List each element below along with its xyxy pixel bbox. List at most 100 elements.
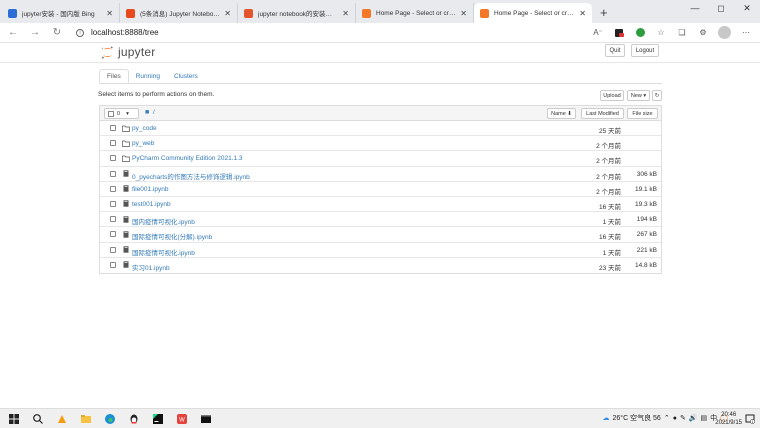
tab-clusters[interactable]: Clusters [167, 69, 205, 83]
minimize-icon[interactable]: — [682, 0, 708, 16]
row-checkbox[interactable] [110, 170, 116, 177]
volume-icon[interactable]: 🔊 [689, 414, 698, 422]
read-aloud-icon[interactable]: A⁻ [592, 27, 604, 39]
row-checkbox[interactable] [110, 231, 116, 238]
weather-icon[interactable]: ☁ [603, 414, 610, 422]
reload-icon[interactable]: ↻ [48, 27, 66, 38]
extension-green-icon[interactable] [634, 27, 646, 39]
file-name-link[interactable]: test001.ipynb [132, 201, 171, 208]
selected-count: 0 [117, 110, 121, 117]
row-checkbox[interactable] [110, 246, 116, 253]
file-name-link[interactable]: 国际疫情可视化.ipynb [132, 247, 195, 257]
new-dropdown-button[interactable]: New ▾ [627, 90, 650, 101]
tray-overflow-icon[interactable]: ⌃ [664, 414, 670, 422]
quit-button[interactable]: Quit [605, 44, 625, 57]
file-name-link[interactable]: py_code [132, 125, 157, 132]
row-checkbox[interactable] [110, 140, 116, 147]
file-name-link[interactable]: file001.ipynb [132, 186, 169, 193]
maximize-icon[interactable]: ◻ [708, 0, 734, 16]
wps-icon[interactable]: W [176, 413, 188, 425]
browser-tab[interactable]: (5条消息) Jupyter Notebook安装✕ [120, 3, 238, 23]
sort-by-modified-button[interactable]: Last Modified [581, 108, 624, 119]
clock[interactable]: 20:46 2021/9/15 [715, 411, 742, 427]
more-menu-icon[interactable]: ⋯ [740, 27, 752, 39]
file-name-link[interactable]: 国内疫情可视化.ipynb [132, 216, 195, 226]
sort-by-name-button[interactable]: Name ⬇ [547, 108, 576, 119]
file-name-link[interactable]: py_web [132, 140, 154, 147]
browser-tab[interactable]: Home Page - Select or create a n✕ [474, 3, 592, 23]
browser-tab[interactable]: Home Page - Select or create a n✕ [356, 3, 474, 23]
address-bar: ← → ↻ i localhost:8888/tree A⁻ ☆ ❏ ⚙ ⋯ [0, 23, 760, 43]
file-name-link[interactable]: 国际疫情可视化(分解).ipynb [132, 231, 212, 241]
file-row[interactable]: PyCharm Community Edition 2021.1.3 2 个月前 [100, 151, 661, 167]
weather-text[interactable]: 26°C 空气良 56 [613, 413, 661, 423]
file-list-header: 0 ▾ ■ / Name ⬇ Last Modified File size [100, 106, 661, 121]
sort-by-size-button[interactable]: File size [627, 108, 658, 119]
file-modified: 25 天前 [598, 128, 621, 135]
tab-close-icon[interactable]: ✕ [224, 9, 231, 18]
pen-icon[interactable]: ✎ [680, 414, 686, 422]
file-explorer-icon[interactable] [80, 413, 92, 425]
pycharm-icon[interactable] [152, 413, 164, 425]
home-folder-icon[interactable]: ■ [145, 109, 149, 116]
tab-close-icon[interactable]: ✕ [106, 9, 113, 18]
upload-button[interactable]: Upload [600, 90, 624, 101]
jupyter-logo[interactable]: jupyter [101, 44, 155, 60]
forward-icon[interactable]: → [26, 27, 44, 38]
network-icon[interactable]: ▤ [701, 414, 708, 422]
file-size: 221 kB [636, 246, 657, 254]
notebook-icon [123, 246, 129, 253]
favorites-icon[interactable]: ☆ [655, 27, 667, 39]
tab-running[interactable]: Running [129, 69, 167, 83]
select-all-checkbox[interactable] [108, 110, 114, 117]
file-row[interactable]: test001.ipynb 16 天前 19.3 kB [100, 197, 661, 213]
url-field[interactable]: i localhost:8888/tree [76, 28, 159, 37]
site-info-icon[interactable]: i [76, 28, 84, 37]
file-row[interactable]: py_web 2 个月前 [100, 136, 661, 152]
qq-icon[interactable] [128, 413, 140, 425]
new-tab-button[interactable]: + [600, 5, 608, 20]
file-row[interactable]: 0_pyecharts的作图方法与修饰逻辑.ipynb 2 个月前 306 kB [100, 167, 661, 182]
tab-files[interactable]: Files [99, 69, 129, 83]
browser-tab[interactable]: jupyter安装 - 国内版 Bing ✕ [2, 3, 120, 23]
qq-tray-icon[interactable]: ● [673, 415, 677, 422]
terminal-icon[interactable] [200, 413, 212, 425]
logout-button[interactable]: Logout [631, 44, 659, 57]
browser-essentials-icon[interactable]: ⚙ [697, 27, 709, 39]
row-checkbox[interactable] [110, 261, 116, 268]
edge-browser-icon[interactable] [104, 413, 116, 425]
file-modified: 16 天前 [598, 203, 621, 211]
tab-close-icon[interactable]: ✕ [460, 9, 467, 18]
notification-icon[interactable]: 1 [745, 414, 755, 424]
search-icon[interactable] [32, 413, 44, 425]
browser-tab[interactable]: jupyter notebook的安装和启动 ✕ [238, 3, 356, 23]
row-checkbox[interactable] [110, 216, 116, 223]
system-tray: ☁ 26°C 空气良 56 ⌃ ● ✎ 🔊 ▤ 中 ◯ [603, 413, 729, 423]
profile-avatar[interactable] [718, 26, 731, 39]
close-window-icon[interactable]: ✕ [734, 0, 760, 16]
file-row[interactable]: 实习01.ipynb 23 天前 14.8 kB [100, 258, 661, 273]
file-row[interactable]: 国际疫情可视化(分解).ipynb 16 天前 267 kB [100, 227, 661, 243]
windows-start-icon[interactable] [8, 413, 20, 425]
file-name-link[interactable]: 实习01.ipynb [132, 262, 170, 272]
fox-app-icon[interactable] [56, 413, 68, 425]
extension-badge-icon[interactable] [613, 27, 625, 39]
row-checkbox[interactable] [110, 155, 116, 162]
row-checkbox[interactable] [110, 185, 116, 192]
tab-close-icon[interactable]: ✕ [579, 9, 586, 18]
row-checkbox[interactable] [110, 125, 116, 131]
file-row[interactable]: 国内疫情可视化.ipynb 1 天前 194 kB [100, 212, 661, 228]
back-icon[interactable]: ← [4, 27, 22, 38]
file-row[interactable]: file001.ipynb 2 个月前 19.1 kB [100, 182, 661, 197]
row-checkbox[interactable] [110, 200, 116, 207]
tab-close-icon[interactable]: ✕ [342, 9, 349, 18]
breadcrumb-root[interactable]: / [153, 109, 155, 116]
file-name-link[interactable]: 0_pyecharts的作图方法与修饰逻辑.ipynb [132, 171, 250, 181]
file-row[interactable]: 国际疫情可视化.ipynb 1 天前 221 kB [100, 243, 661, 258]
select-all-dropdown[interactable]: 0 ▾ [104, 108, 139, 119]
file-row[interactable]: py_code 25 天前 [100, 121, 661, 137]
collections-icon[interactable]: ❏ [676, 27, 688, 39]
refresh-button[interactable]: ↻ [652, 90, 662, 101]
file-name-link[interactable]: PyCharm Community Edition 2021.1.3 [132, 155, 243, 162]
select-caret-icon: ▾ [126, 110, 129, 117]
